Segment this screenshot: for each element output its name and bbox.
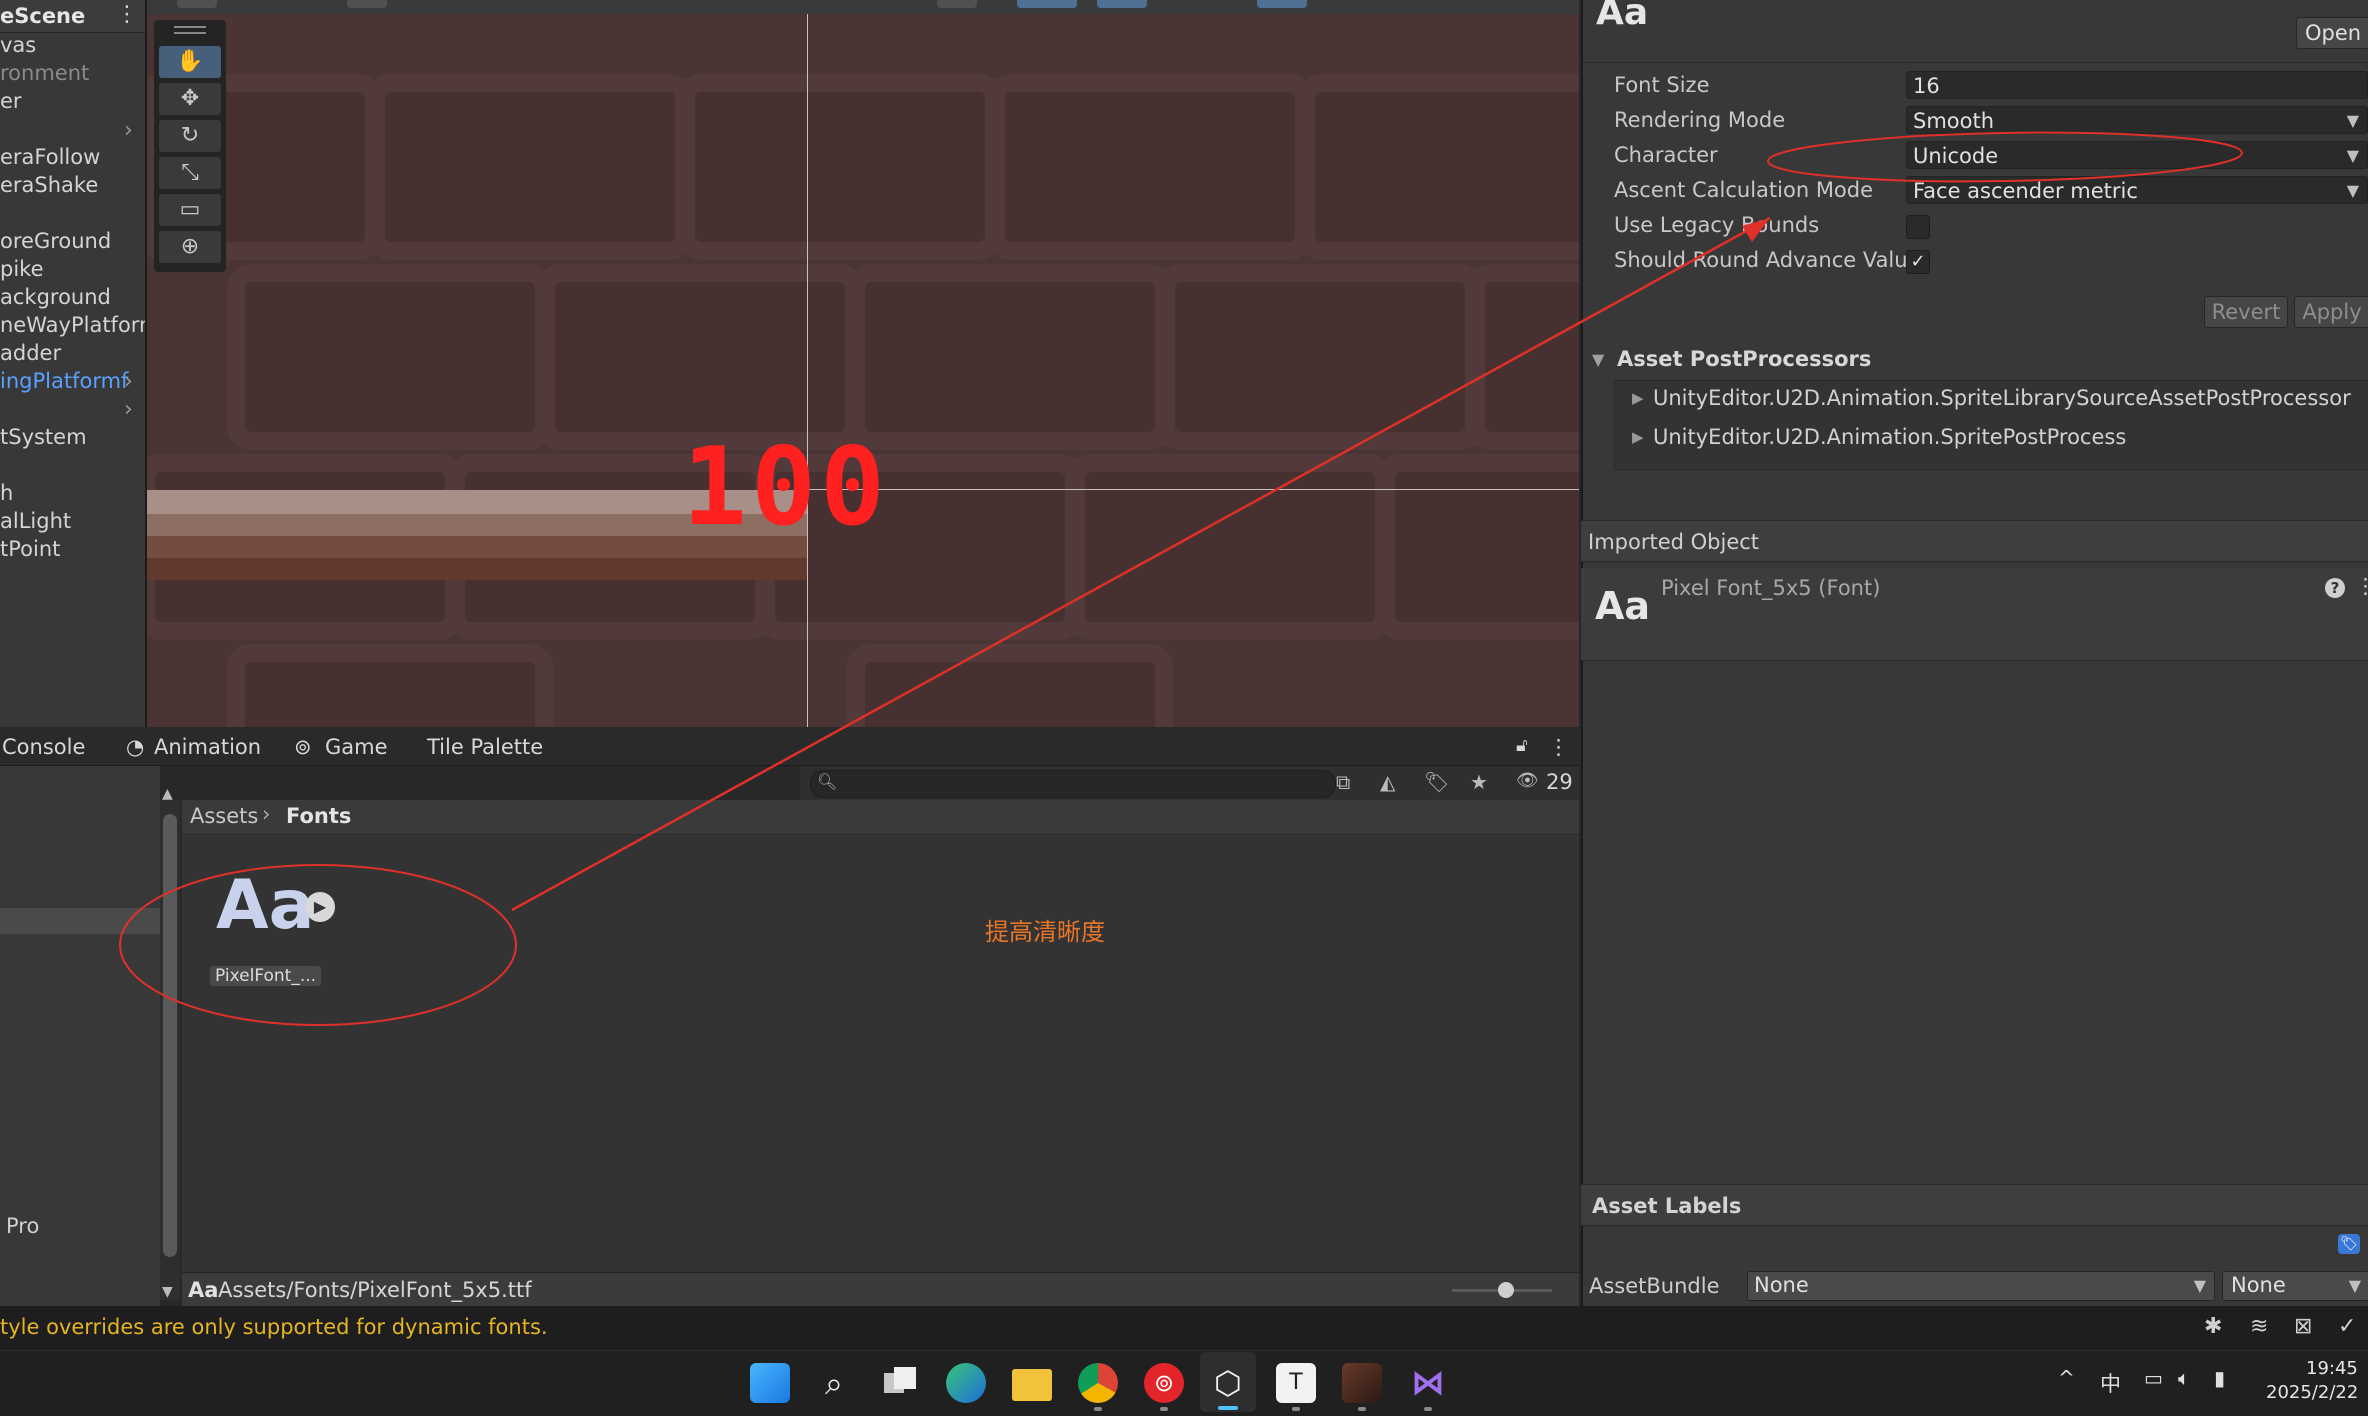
running-indicator [1160, 1407, 1168, 1411]
clock-date[interactable]: 2025/2/22 [2266, 1382, 2358, 1403]
clock-time[interactable]: 19:45 [2306, 1358, 2358, 1379]
chevron-up-icon[interactable]: ^ [2058, 1366, 2075, 1390]
windows-taskbar [0, 1350, 2368, 1416]
bug-icon[interactable]: ✱ [2204, 1314, 2222, 1339]
annotation-arrow-line [511, 216, 1771, 912]
display-icon[interactable]: ▭ [2144, 1366, 2163, 1390]
file-explorer-icon[interactable] [1012, 1369, 1052, 1401]
annotation-overlay [119, 131, 2243, 1026]
edge-browser-icon[interactable] [946, 1363, 986, 1403]
annotation-ellipse-character [1767, 131, 2243, 183]
start-windows-icon[interactable] [750, 1363, 790, 1403]
volume-icon[interactable]: 🔈︎ [2178, 1366, 2190, 1390]
task-view-icon[interactable] [880, 1363, 920, 1403]
battery-icon[interactable]: ▮ [2214, 1366, 2225, 1390]
visual-studio-icon[interactable]: ⋈ [1408, 1363, 1448, 1403]
unity-icon[interactable]: ⬡ [1208, 1363, 1248, 1403]
running-indicator [1292, 1407, 1300, 1411]
typora-icon[interactable]: T [1276, 1363, 1316, 1403]
running-indicator [1094, 1407, 1102, 1411]
running-indicator [1424, 1407, 1432, 1411]
active-indicator [1218, 1406, 1238, 1410]
status-message[interactable]: tyle overrides are only supported for dy… [0, 1315, 548, 1339]
ime-indicator[interactable]: 中 [2100, 1368, 2121, 1398]
chrome-icon[interactable] [1078, 1363, 1118, 1403]
running-indicator [1358, 1407, 1366, 1411]
netease-music-icon[interactable]: ⊚ [1144, 1363, 1184, 1403]
annotation-ellipse-asset [119, 864, 517, 1026]
search-icon[interactable]: ⌕ [814, 1363, 854, 1403]
check-circle-icon[interactable]: ✓ [2338, 1314, 2356, 1339]
game-app-icon[interactable] [1342, 1363, 1382, 1403]
network-icon[interactable]: ⊠ [2294, 1314, 2312, 1339]
annotation-arrowhead [1742, 218, 1770, 242]
status-bar: tyle overrides are only supported for dy… [0, 1306, 2368, 1350]
layers-icon[interactable]: ≋ [2250, 1314, 2268, 1339]
task-view-front [894, 1367, 916, 1389]
